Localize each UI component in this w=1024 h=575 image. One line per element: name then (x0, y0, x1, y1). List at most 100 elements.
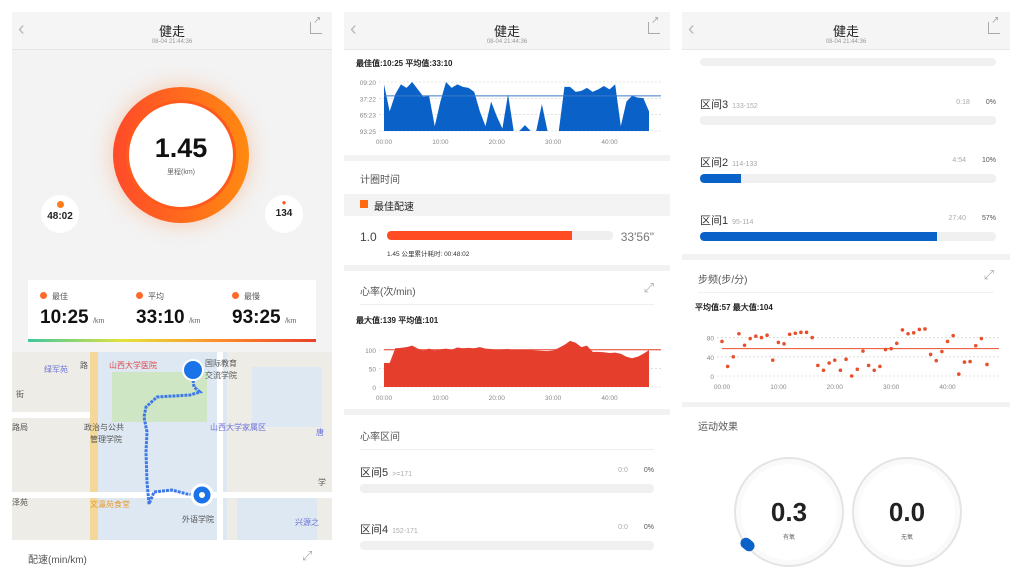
distance-label: 里程(km) (167, 169, 195, 176)
data-point (923, 327, 927, 331)
y-tick-label: 40 (707, 355, 715, 362)
data-point (872, 368, 877, 373)
calories-value: 134 (275, 208, 293, 219)
y-tick-label: 93:25 (360, 129, 377, 136)
map-label: 管理学院 (90, 435, 122, 444)
lap-section-title: 计圈时间 (360, 175, 400, 186)
page-title: 健走 (158, 24, 185, 39)
zone-time: 27:40 (948, 215, 966, 222)
share-icon[interactable] (988, 15, 1000, 34)
trophy-icon (40, 292, 47, 299)
cadence-chart: 0 40 80 00:00 10:00 20:00 30:00 40:00 (707, 327, 999, 391)
zone-row: 区间3 133-152 0:18 0% (700, 96, 996, 130)
pace-stat-0: 最佳 10:25 /km (40, 286, 132, 329)
route-map[interactable]: 绿军苑 路 山西大学医院 国际教育 交流学院街路局 政治与公共 管理学院 山西大学家属区唐学泽… (12, 352, 332, 540)
summary-screen: ‹ 健走 08-04 21:44:36 1.45 里程(km) 48:02 ● … (12, 12, 332, 575)
zone-row: 区间5 >=171 0:0 0% (360, 464, 654, 498)
data-point (793, 331, 798, 336)
zone-bar (700, 174, 996, 183)
expand-icon[interactable]: ⤢ (984, 267, 994, 283)
zone-pct: 0% (643, 467, 654, 474)
map-label: 路 (80, 361, 88, 370)
y-tick-label: 37:22 (360, 96, 377, 103)
series-area (384, 340, 649, 387)
distance-value: 1.45 (154, 133, 208, 163)
zone-name: 区间4 (360, 524, 389, 536)
share-icon[interactable] (648, 15, 660, 34)
zone-time: 0:0 (618, 524, 628, 531)
data-point (979, 336, 984, 341)
zone-range: >=171 (392, 471, 412, 478)
aerobic-gauge: 0.3 有氧 (734, 457, 844, 567)
pace-stat-1: 平均 33:10 /km (136, 286, 228, 329)
data-point (928, 352, 933, 357)
data-point (776, 340, 781, 345)
zone-pct: 57% (981, 215, 996, 222)
x-tick-label: 20:00 (489, 395, 506, 402)
x-tick-label: 00:00 (376, 395, 393, 402)
charts-screen: ‹ 健走 08-04 21:44:36 最佳值:10:25 平均值:33:10 … (344, 12, 670, 575)
lap-time: 33'56" (620, 230, 654, 244)
effect-section-title: 运动效果 (698, 422, 738, 433)
data-point (878, 364, 882, 369)
zone-pct: 0% (643, 524, 654, 531)
x-tick-label: 00:00 (714, 384, 731, 391)
header: ‹ 健走 08-04 21:44:36 (682, 12, 1010, 50)
zone-pct: 0% (985, 99, 996, 106)
expand-icon[interactable]: ⤢ (644, 280, 654, 296)
data-point (951, 333, 955, 338)
data-point (720, 339, 724, 344)
zone-bar (700, 232, 996, 241)
data-point (731, 355, 736, 359)
header: ‹ 健走 08-04 21:44:36 (344, 12, 670, 50)
zone-bar (360, 541, 654, 550)
data-point (962, 360, 967, 364)
pace-stat-value: 93:25 (232, 307, 281, 328)
data-point (782, 342, 786, 346)
legend-label: 最佳配速 (374, 202, 414, 213)
zone-range: 152-171 (392, 528, 418, 535)
expand-icon[interactable]: ⤢ (302, 548, 312, 564)
x-tick-label: 20:00 (489, 139, 506, 146)
anaerobic-label: 无氧 (900, 535, 913, 541)
page-title: 健走 (493, 24, 520, 39)
x-tick-label: 10:00 (770, 384, 787, 391)
start-flag-icon (182, 359, 204, 381)
legend-swatch (360, 200, 368, 208)
x-tick-label: 40:00 (939, 384, 956, 391)
y-tick-label: 09:20 (360, 80, 377, 87)
duration-value: 48:02 (47, 211, 73, 222)
data-point (725, 364, 730, 369)
data-point (900, 328, 905, 332)
slow-icon (232, 292, 239, 299)
share-icon[interactable] (310, 15, 322, 34)
map-label: 山西大学家属区 (210, 423, 266, 432)
zone-range: 114-133 (732, 161, 758, 168)
lap-bar (387, 231, 613, 240)
pace-chart: 09:20 37:22 65:23 93:25 00:00 10:00 20:00 30:00… (360, 80, 661, 146)
data-point (799, 330, 803, 335)
pace-stat-unit: /km (189, 318, 201, 325)
x-tick-label: 00:00 (376, 139, 393, 146)
lap-km: 1.0 (360, 230, 377, 244)
map-label: 兴源之 (295, 518, 319, 527)
y-tick-label: 0 (372, 385, 376, 392)
data-point (748, 336, 752, 341)
page-title: 健走 (832, 24, 859, 39)
anaerobic-gauge: 0.0 无氧 (852, 457, 962, 567)
heart-stats-text: 最大值:139 平均值:101 (356, 316, 439, 325)
data-point (754, 334, 758, 338)
map-label: 山西大学医院 (109, 361, 157, 370)
zone-range: 133-152 (732, 103, 758, 110)
pace-stat-label: 平均 (148, 292, 164, 301)
data-point (861, 349, 865, 353)
clock-icon (56, 201, 64, 208)
zone-row: 区间1 95-114 27:40 57% (700, 212, 996, 246)
page-datetime: 08-04 21:44:36 (825, 39, 867, 45)
lap-legend: 最佳配速 (344, 194, 670, 216)
heart-section-title: 心率(次/min) (360, 287, 416, 298)
x-tick-label: 10:00 (432, 395, 449, 402)
data-point (849, 374, 854, 378)
data-point (985, 362, 989, 367)
x-tick-label: 30:00 (883, 384, 900, 391)
